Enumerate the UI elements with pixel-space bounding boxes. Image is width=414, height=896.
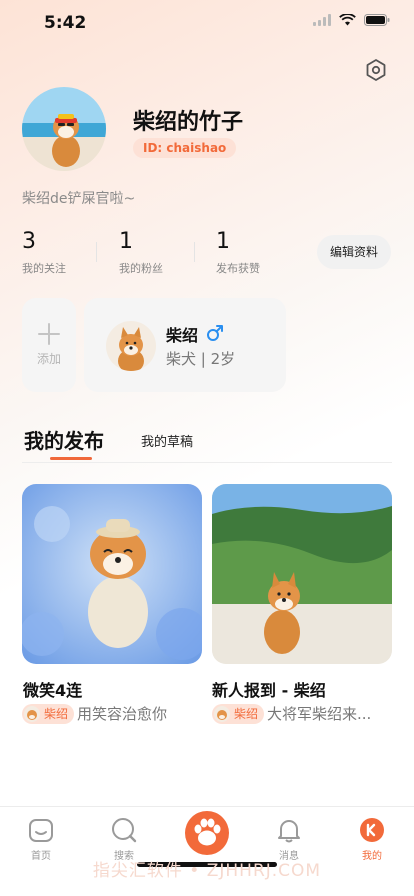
home-icon: [29, 819, 53, 842]
user-id-badge: ID: chaishao: [133, 138, 237, 158]
wifi-icon: [339, 14, 356, 26]
user-bio: 柴绍de铲屎官啦~: [22, 191, 136, 207]
post-description: 大将军柴绍来...: [267, 705, 372, 723]
stats-row: 3 我的关注 1 我的粉丝 1 发布获赞: [22, 228, 313, 276]
watermark: 指尖汇软件 • ZJHHRJ.COM: [92, 861, 322, 881]
pet-breed-age: 柴犬 | 2岁: [166, 350, 236, 368]
user-avatar[interactable]: [22, 87, 106, 171]
bottom-tab-bar: 首页 搜索 消息 我的: [0, 806, 414, 896]
tab-my-drafts[interactable]: 我的草稿: [141, 431, 193, 450]
add-pet-button[interactable]: 添加: [22, 298, 76, 392]
pet-tag-avatar: [24, 705, 40, 722]
settings-icon[interactable]: [364, 58, 388, 82]
stat-following-label: 我的关注: [22, 262, 66, 275]
username: 柴绍的竹子: [133, 110, 244, 135]
stat-followers-label: 我的粉丝: [119, 262, 163, 275]
bell-icon: [278, 820, 300, 843]
post-image[interactable]: [212, 484, 392, 664]
post-title[interactable]: 新人报到 - 柴绍: [212, 677, 326, 701]
tab-my-posts[interactable]: 我的发布: [24, 425, 104, 454]
stat-likes-count: 1: [216, 229, 230, 254]
profile-icon: [360, 818, 384, 842]
search-icon: [112, 818, 137, 843]
pet-tag-chip[interactable]: 柴绍: [212, 703, 265, 724]
status-icons: [313, 14, 390, 26]
post-meta: 柴绍 大将军柴绍来...: [212, 703, 371, 724]
status-time: 5:42: [44, 13, 87, 33]
stat-following-count: 3: [22, 229, 36, 254]
tab-divider: [22, 462, 392, 463]
post-image[interactable]: [22, 484, 202, 664]
stat-divider: [96, 242, 97, 262]
male-icon: [207, 325, 223, 341]
add-pet-label: 添加: [36, 352, 61, 366]
pet-tag-chip[interactable]: 柴绍: [22, 703, 75, 724]
pet-name: 柴绍: [166, 326, 199, 345]
post-title[interactable]: 微笑4连: [23, 677, 82, 701]
pet-tag-avatar: [214, 705, 230, 722]
stat-likes[interactable]: 1 发布获赞: [216, 228, 313, 276]
stat-likes-label: 发布获赞: [216, 262, 260, 275]
plus-icon: [38, 323, 60, 345]
pet-card[interactable]: 柴绍 柴犬 | 2岁: [84, 298, 286, 392]
edit-profile-button[interactable]: 编辑资料: [317, 235, 391, 269]
battery-icon: [364, 14, 390, 26]
status-bar: 5:42: [0, 0, 414, 46]
stat-followers[interactable]: 1 我的粉丝: [119, 228, 216, 276]
pet-tag-label: 柴绍: [44, 707, 69, 721]
pet-avatar: [106, 321, 156, 371]
pet-tag-label: 柴绍: [234, 707, 259, 721]
stat-following[interactable]: 3 我的关注: [22, 228, 119, 276]
stat-divider: [194, 242, 195, 262]
post-meta: 柴绍 用笑容治愈你: [22, 703, 167, 724]
post-description: 用笑容治愈你: [77, 705, 168, 723]
active-tab-indicator: [50, 457, 92, 460]
paw-icon[interactable]: [185, 811, 229, 855]
signal-icon: [313, 14, 331, 26]
stat-followers-count: 1: [119, 229, 133, 254]
